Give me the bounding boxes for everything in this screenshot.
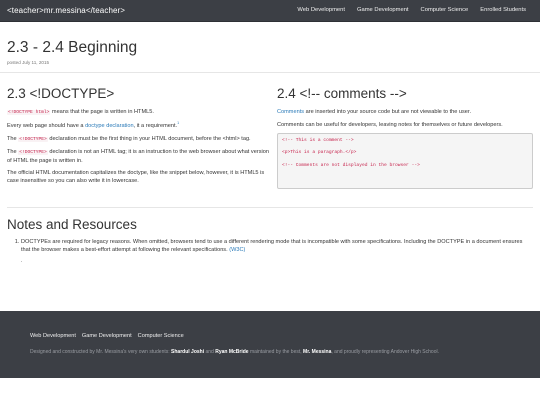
code-line: <!-- This is a comment -->	[282, 138, 354, 144]
comments-section: 2.4 <!-- comments --> Comments are inser…	[277, 86, 533, 190]
page-footer: Web Development Game Development Compute…	[0, 311, 540, 378]
code-line: <!-- Comments are not displayed in the b…	[282, 162, 420, 168]
section-divider	[7, 207, 533, 208]
code-line: <p>This is a paragraph.</p>	[282, 150, 357, 156]
doctype-paragraph-2-text: Every web page should have a	[7, 123, 86, 130]
w3c-link[interactable]: (W3C)	[229, 247, 245, 253]
student-name-2: Ryan McBride	[215, 349, 249, 356]
doctype-tag-code-2: <!DOCTYPE>	[18, 149, 48, 155]
doctype-paragraph-3-pre: The	[7, 135, 19, 142]
doctype-heading: 2.3 <!DOCTYPE>	[7, 86, 115, 101]
nav-link-game-development[interactable]: Game Development	[351, 6, 415, 14]
post-date: posted July 11, 2015	[7, 59, 50, 65]
footer-credit: Designed and constructed by Mr. Messina'…	[30, 349, 540, 356]
site-brand-link[interactable]: <teacher>mr.messina</teacher>	[7, 5, 125, 17]
doctype-section: 2.3 <!DOCTYPE> <!DOCTYPE html> means tha…	[7, 86, 269, 190]
doctype-tag-code: <!DOCTYPE>	[18, 136, 48, 142]
doctype-paragraph-3-text: declaration must be the first thing in y…	[47, 135, 251, 142]
comments-paragraph-2: Comments can be useful for developers, l…	[277, 121, 503, 128]
comments-paragraph-1-text: are inserted into your source code but a…	[304, 109, 472, 116]
comments-link[interactable]: Comments	[277, 109, 304, 115]
nav-links: Web Development Game Development Compute…	[291, 6, 532, 14]
doctype-paragraph-1-text: means that the page is written in HTML5.	[50, 109, 154, 116]
nav-link-enrolled-students[interactable]: Enrolled Students	[474, 6, 532, 14]
notes-section: Notes and Resources DOCTYPEs are require…	[7, 217, 533, 266]
header-divider	[0, 72, 540, 73]
footer-link-computer-science[interactable]: Computer Science	[138, 332, 184, 340]
student-name-1: Shardul Joshi	[171, 349, 205, 356]
footer-credit-4: , and proudly representing Andover High …	[331, 349, 439, 356]
doctype-paragraph-5: The official HTML documentation capitali…	[7, 170, 265, 185]
comments-code-block: <!-- This is a comment --> <p>This is a p…	[277, 133, 533, 190]
footer-link-web-development[interactable]: Web Development	[30, 332, 76, 340]
footnote-1-link[interactable]: 1	[177, 121, 179, 125]
note-item-1-text: DOCTYPEs are required for legacy reasons…	[21, 239, 523, 254]
post-header: 2.3 - 2.4 Beginning posted July 11, 2015	[0, 22, 540, 66]
doctype-paragraph-4-pre: The	[7, 148, 19, 155]
teacher-name: Mr. Messina	[303, 349, 332, 356]
content-columns: 2.3 <!DOCTYPE> <!DOCTYPE html> means tha…	[7, 86, 533, 190]
note-item-1: DOCTYPEs are required for legacy reasons…	[21, 238, 533, 254]
top-navbar: <teacher>mr.messina</teacher> Web Develo…	[0, 0, 540, 22]
footer-credit-3: maintained by the best,	[248, 349, 304, 356]
doctype-paragraph-1: <!DOCTYPE html> means that the page is w…	[7, 108, 269, 117]
footer-credit-2: and	[204, 349, 216, 356]
footer-credit-1: Designed and constructed by Mr. Messina'…	[30, 349, 172, 356]
footer-link-game-development[interactable]: Game Development	[82, 332, 132, 340]
notes-list: DOCTYPEs are required for legacy reasons…	[7, 238, 533, 254]
footer-links: Web Development Game Development Compute…	[30, 332, 540, 340]
page-title: 2.3 - 2.4 Beginning	[7, 39, 138, 56]
doctype-declaration-link[interactable]: doctype declaration	[85, 123, 134, 129]
note-item-2: .	[21, 258, 23, 265]
nav-link-web-development[interactable]: Web Development	[291, 6, 351, 14]
doctype-paragraph-2: Every web page should have a doctype dec…	[7, 121, 269, 130]
doctype-html-code: <!DOCTYPE html>	[7, 110, 51, 116]
comments-paragraph-1: Comments are inserted into your source c…	[277, 108, 533, 116]
doctype-paragraph-2-end: , it a requirement.	[133, 123, 178, 130]
comments-heading: 2.4 <!-- comments -->	[277, 86, 407, 101]
nav-link-computer-science[interactable]: Computer Science	[415, 6, 475, 14]
doctype-paragraph-3: The <!DOCTYPE> declaration must be the f…	[7, 135, 269, 144]
notes-heading: Notes and Resources	[7, 217, 137, 232]
doctype-paragraph-4: The <!DOCTYPE> declaration is not an HTM…	[7, 148, 269, 165]
